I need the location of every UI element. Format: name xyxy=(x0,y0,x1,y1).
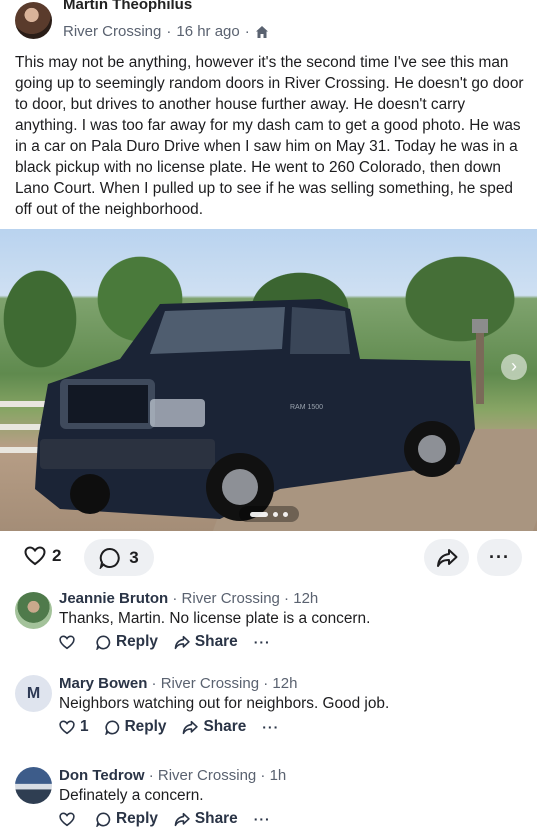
comment-text: Thanks, Martin. No license plate is a co… xyxy=(59,610,371,627)
reply-button[interactable]: Reply xyxy=(96,810,158,828)
comment-text: Definately a concern. xyxy=(59,787,204,804)
comment-text: Neighbors watching out for neighbors. Go… xyxy=(59,695,390,712)
post-body-text: This may not be anything, however it's t… xyxy=(15,54,524,218)
heart-icon xyxy=(59,720,75,734)
post-neighborhood-link[interactable]: River Crossing xyxy=(63,23,161,40)
comment-time: 12h xyxy=(293,590,319,607)
meta-separator: · xyxy=(166,23,172,40)
like-count: 2 xyxy=(52,546,62,565)
carousel-dots xyxy=(239,506,299,522)
comment-bubble-icon xyxy=(104,720,119,735)
share-arrow-icon xyxy=(183,720,199,734)
comment-actions: 1 Reply Share ··· xyxy=(59,718,279,736)
share-label: Share xyxy=(203,718,247,735)
commenter-neighborhood[interactable]: River Crossing xyxy=(161,675,259,692)
comment-more-button[interactable]: ··· xyxy=(254,811,271,827)
comment-more-button[interactable]: ··· xyxy=(262,719,279,735)
commenter-avatar[interactable] xyxy=(15,592,52,629)
comment-actions: Reply Share ··· xyxy=(59,633,271,651)
reply-button[interactable]: Reply xyxy=(104,718,167,736)
post-time: 16 hr ago xyxy=(176,23,240,40)
post-photo[interactable]: RAM 1500 › xyxy=(0,229,537,531)
share-comment-button[interactable]: Share xyxy=(182,718,246,736)
share-label: Share xyxy=(194,810,238,827)
reply-label: Reply xyxy=(116,633,158,650)
comment-time: 12h xyxy=(272,675,298,692)
reply-label: Reply xyxy=(124,718,167,735)
post-meta: River Crossing · 16 hr ago · xyxy=(63,23,269,40)
comment-header: Don Tedrow · River Crossing · 1h xyxy=(59,767,287,784)
commenter-neighborhood[interactable]: River Crossing xyxy=(158,767,256,784)
commenter-name[interactable]: Mary Bowen xyxy=(59,675,147,692)
comment-time: 1h xyxy=(269,767,287,784)
comment-like-button[interactable] xyxy=(59,812,80,827)
comment-like-count: 1 xyxy=(80,718,89,735)
comment-item: M Mary Bowen · River Crossing · 12h Neig… xyxy=(0,675,552,745)
comment-button[interactable]: 3 xyxy=(84,539,154,576)
truck-badge: RAM 1500 xyxy=(290,404,323,411)
commenter-avatar[interactable] xyxy=(15,767,52,804)
post-author-name[interactable]: Martin Theophilus xyxy=(63,0,192,13)
carousel-dot[interactable] xyxy=(273,511,278,517)
like-button[interactable]: 2 xyxy=(24,546,61,566)
reply-label: Reply xyxy=(116,810,158,827)
comment-item: Jeannie Bruton · River Crossing · 12h Th… xyxy=(0,590,552,660)
share-arrow-icon xyxy=(436,548,457,567)
meta-separator: · xyxy=(244,23,250,40)
post-actions: 2 3 ··· xyxy=(0,538,552,578)
comment-more-button[interactable]: ··· xyxy=(254,634,271,650)
author-avatar[interactable] xyxy=(15,2,52,39)
commenter-avatar[interactable]: M xyxy=(15,675,52,712)
comment-bubble-icon xyxy=(96,635,111,650)
comment-like-button[interactable] xyxy=(59,635,80,650)
share-button[interactable] xyxy=(424,539,469,576)
reply-button[interactable]: Reply xyxy=(96,633,158,651)
comment-item: Don Tedrow · River Crossing · 1h Definat… xyxy=(0,767,552,833)
heart-icon xyxy=(59,812,75,826)
heart-icon xyxy=(24,546,46,566)
comment-bubble-icon xyxy=(99,547,120,569)
commenter-name[interactable]: Jeannie Bruton xyxy=(59,590,168,607)
carousel-next-button[interactable]: › xyxy=(501,354,527,380)
commenter-neighborhood[interactable]: River Crossing xyxy=(182,590,280,607)
more-options-button[interactable]: ··· xyxy=(477,539,522,576)
comment-count: 3 xyxy=(129,547,139,567)
comment-header: Mary Bowen · River Crossing · 12h xyxy=(59,675,298,692)
pickup-truck-image: RAM 1500 xyxy=(0,299,488,521)
comment-bubble-icon xyxy=(96,812,111,827)
share-arrow-icon xyxy=(174,635,190,649)
post-header: Martin Theophilus River Crossing · 16 hr… xyxy=(0,0,552,44)
comment-actions: Reply Share ··· xyxy=(59,810,271,828)
share-comment-button[interactable]: Share xyxy=(174,633,238,651)
share-comment-button[interactable]: Share xyxy=(174,810,238,828)
home-icon xyxy=(255,25,268,38)
comment-like-button[interactable]: 1 xyxy=(59,718,89,736)
share-label: Share xyxy=(194,633,238,650)
share-arrow-icon xyxy=(174,812,190,826)
carousel-dot[interactable] xyxy=(283,511,288,517)
commenter-name[interactable]: Don Tedrow xyxy=(59,767,145,784)
carousel-dot[interactable] xyxy=(250,511,268,517)
comment-header: Jeannie Bruton · River Crossing · 12h xyxy=(59,590,319,607)
heart-icon xyxy=(59,635,75,649)
